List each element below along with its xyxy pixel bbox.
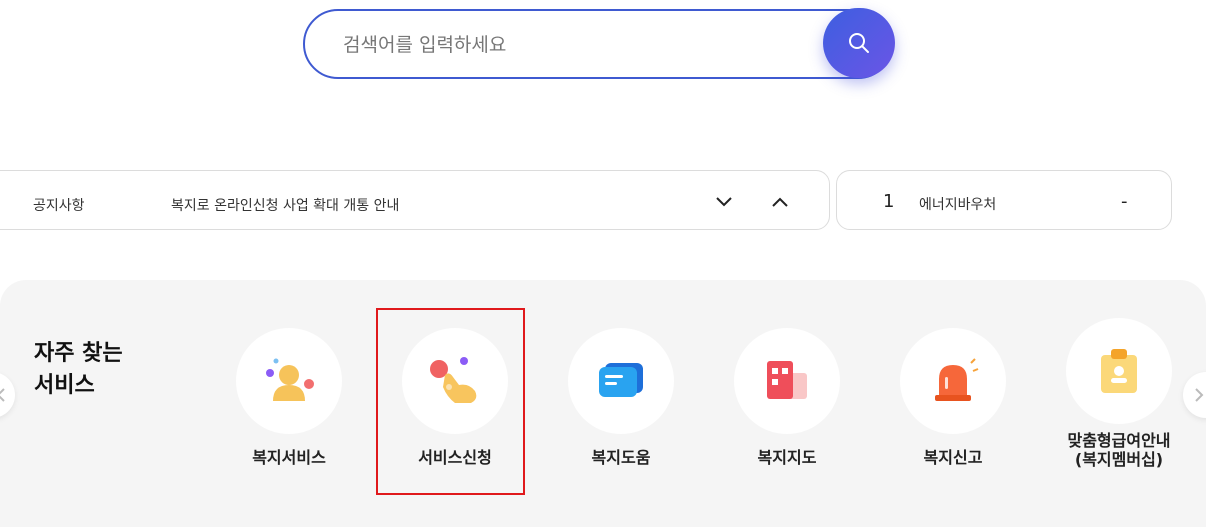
clipboard-lock-icon [1101,349,1137,393]
chevron-right-icon [1195,388,1204,402]
rank-number: 1 [883,191,895,212]
service-label-line1: 맞춤형급여안내 [1067,431,1171,450]
chevron-up-icon[interactable] [769,191,791,213]
service-icon-circle [236,328,342,434]
service-icon-circle [734,328,840,434]
search-box [303,9,893,79]
service-welfare-map[interactable]: 복지지도 [712,328,862,478]
notice-link[interactable]: 복지로 온라인신청 사업 확대 개통 안내 [171,195,399,215]
service-icon-circle [900,328,1006,434]
service-label: 복지서비스 [252,448,326,467]
service-label: 맞춤형급여안내 (복지멤버십) [1044,431,1194,469]
search-icon [849,33,869,53]
building-icon [767,361,807,399]
service-icon-circle [568,328,674,434]
rank-change: - [1121,191,1128,212]
alarm-siren-icon [935,358,979,401]
service-icon-circle [1066,318,1172,424]
service-label-line2: (복지멤버십) [1074,450,1164,469]
rank-keyword[interactable]: 에너지바우처 [919,194,996,214]
popular-keyword-box[interactable]: 1 에너지바우처 - [836,170,1172,230]
service-custom-benefits[interactable]: 맞춤형급여안내 (복지멤버십) [1044,318,1194,469]
services-title: 자주 찾는 서비스 [34,338,174,402]
search-input[interactable] [343,31,813,59]
page: 공지사항 복지로 온라인신청 사업 확대 개통 안내 1 에너지바우처 - 자주… [0,0,1206,527]
service-application[interactable]: 서비스신청 [380,328,530,478]
service-label: 복지도움 [591,448,651,467]
chevron-left-icon [0,388,5,402]
services-title-line2: 서비스 [34,373,95,398]
notice-bar: 공지사항 복지로 온라인신청 사업 확대 개통 안내 [0,170,830,230]
service-welfare-report[interactable]: 복지신고 [878,328,1028,478]
service-welfare-help[interactable]: 복지도움 [546,328,696,478]
chat-card-icon [599,363,643,397]
services-title-line1: 자주 찾는 [34,341,123,366]
hand-pointer-icon [430,357,477,403]
person-bubbles-icon [266,358,314,401]
search-button[interactable] [823,8,895,78]
service-label: 복지신고 [923,448,983,467]
service-label: 복지지도 [757,448,817,467]
chevron-down-icon[interactable] [713,191,735,213]
service-label: 서비스신청 [418,448,492,467]
service-welfare-services[interactable]: 복지서비스 [214,328,364,478]
service-icon-circle [402,328,508,434]
notice-label: 공지사항 [33,198,85,214]
